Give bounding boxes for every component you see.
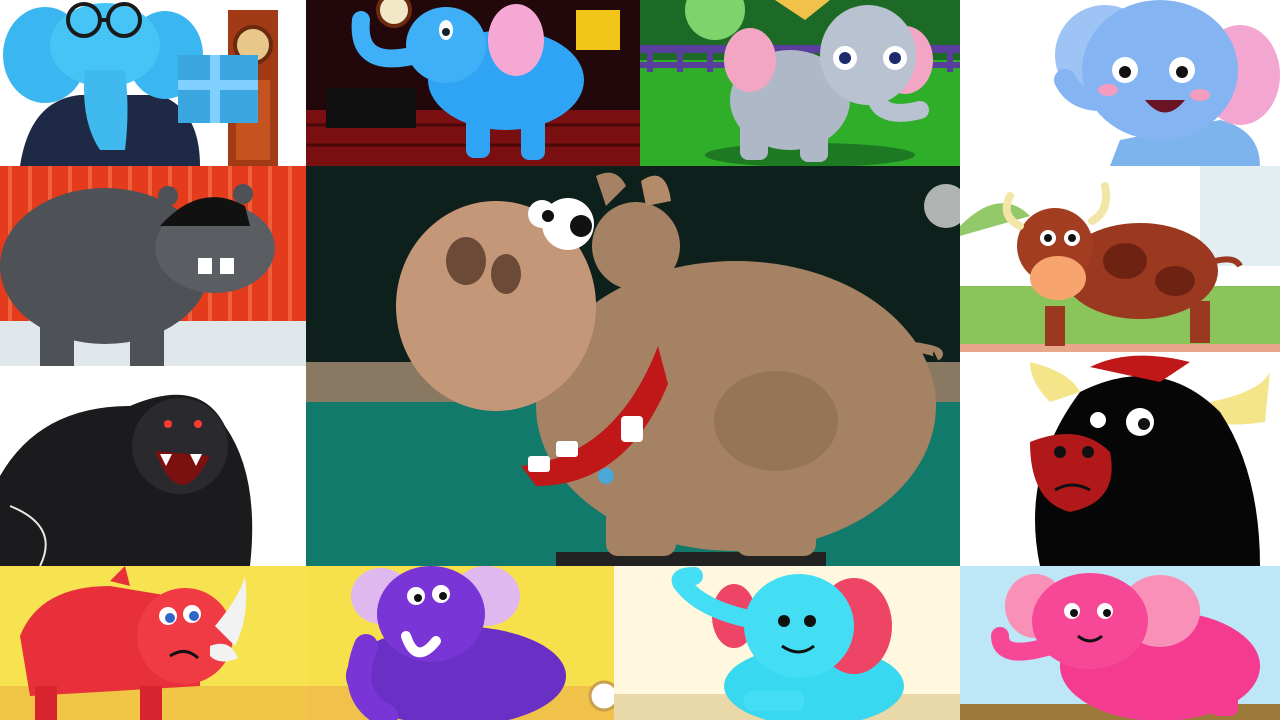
tile-red-rhino <box>0 566 306 720</box>
tile-cyan-elephant <box>614 566 960 720</box>
tile-blue-elephant-gift <box>0 0 306 166</box>
black-bull-image <box>960 352 1280 566</box>
tile-black-bull <box>960 352 1280 566</box>
grey-elephant-garden-image <box>640 0 960 166</box>
tile-blue-elephant-face <box>960 0 1280 166</box>
blue-elephant-gift-image <box>0 0 306 166</box>
tile-grey-hippo <box>0 166 306 366</box>
blue-elephant-face-image <box>960 0 1280 166</box>
animal-collage <box>0 0 1280 720</box>
tile-blue-elephant-room <box>306 0 640 166</box>
tile-brown-hippo-feature <box>306 166 960 566</box>
tile-grey-elephant-garden <box>640 0 960 166</box>
tile-brown-bull <box>960 166 1280 352</box>
purple-elephant-image <box>306 566 614 720</box>
tile-purple-elephant <box>306 566 614 720</box>
brown-bull-image <box>960 166 1280 352</box>
cyan-elephant-image <box>614 566 960 720</box>
brown-hippo-image <box>306 166 960 566</box>
gorilla-image <box>0 366 306 566</box>
red-rhino-image <box>0 566 306 720</box>
pink-elephant-image <box>960 566 1280 720</box>
tile-gorilla <box>0 366 306 566</box>
grey-hippo-image <box>0 166 306 366</box>
blue-elephant-room-image <box>306 0 640 166</box>
tile-pink-elephant <box>960 566 1280 720</box>
